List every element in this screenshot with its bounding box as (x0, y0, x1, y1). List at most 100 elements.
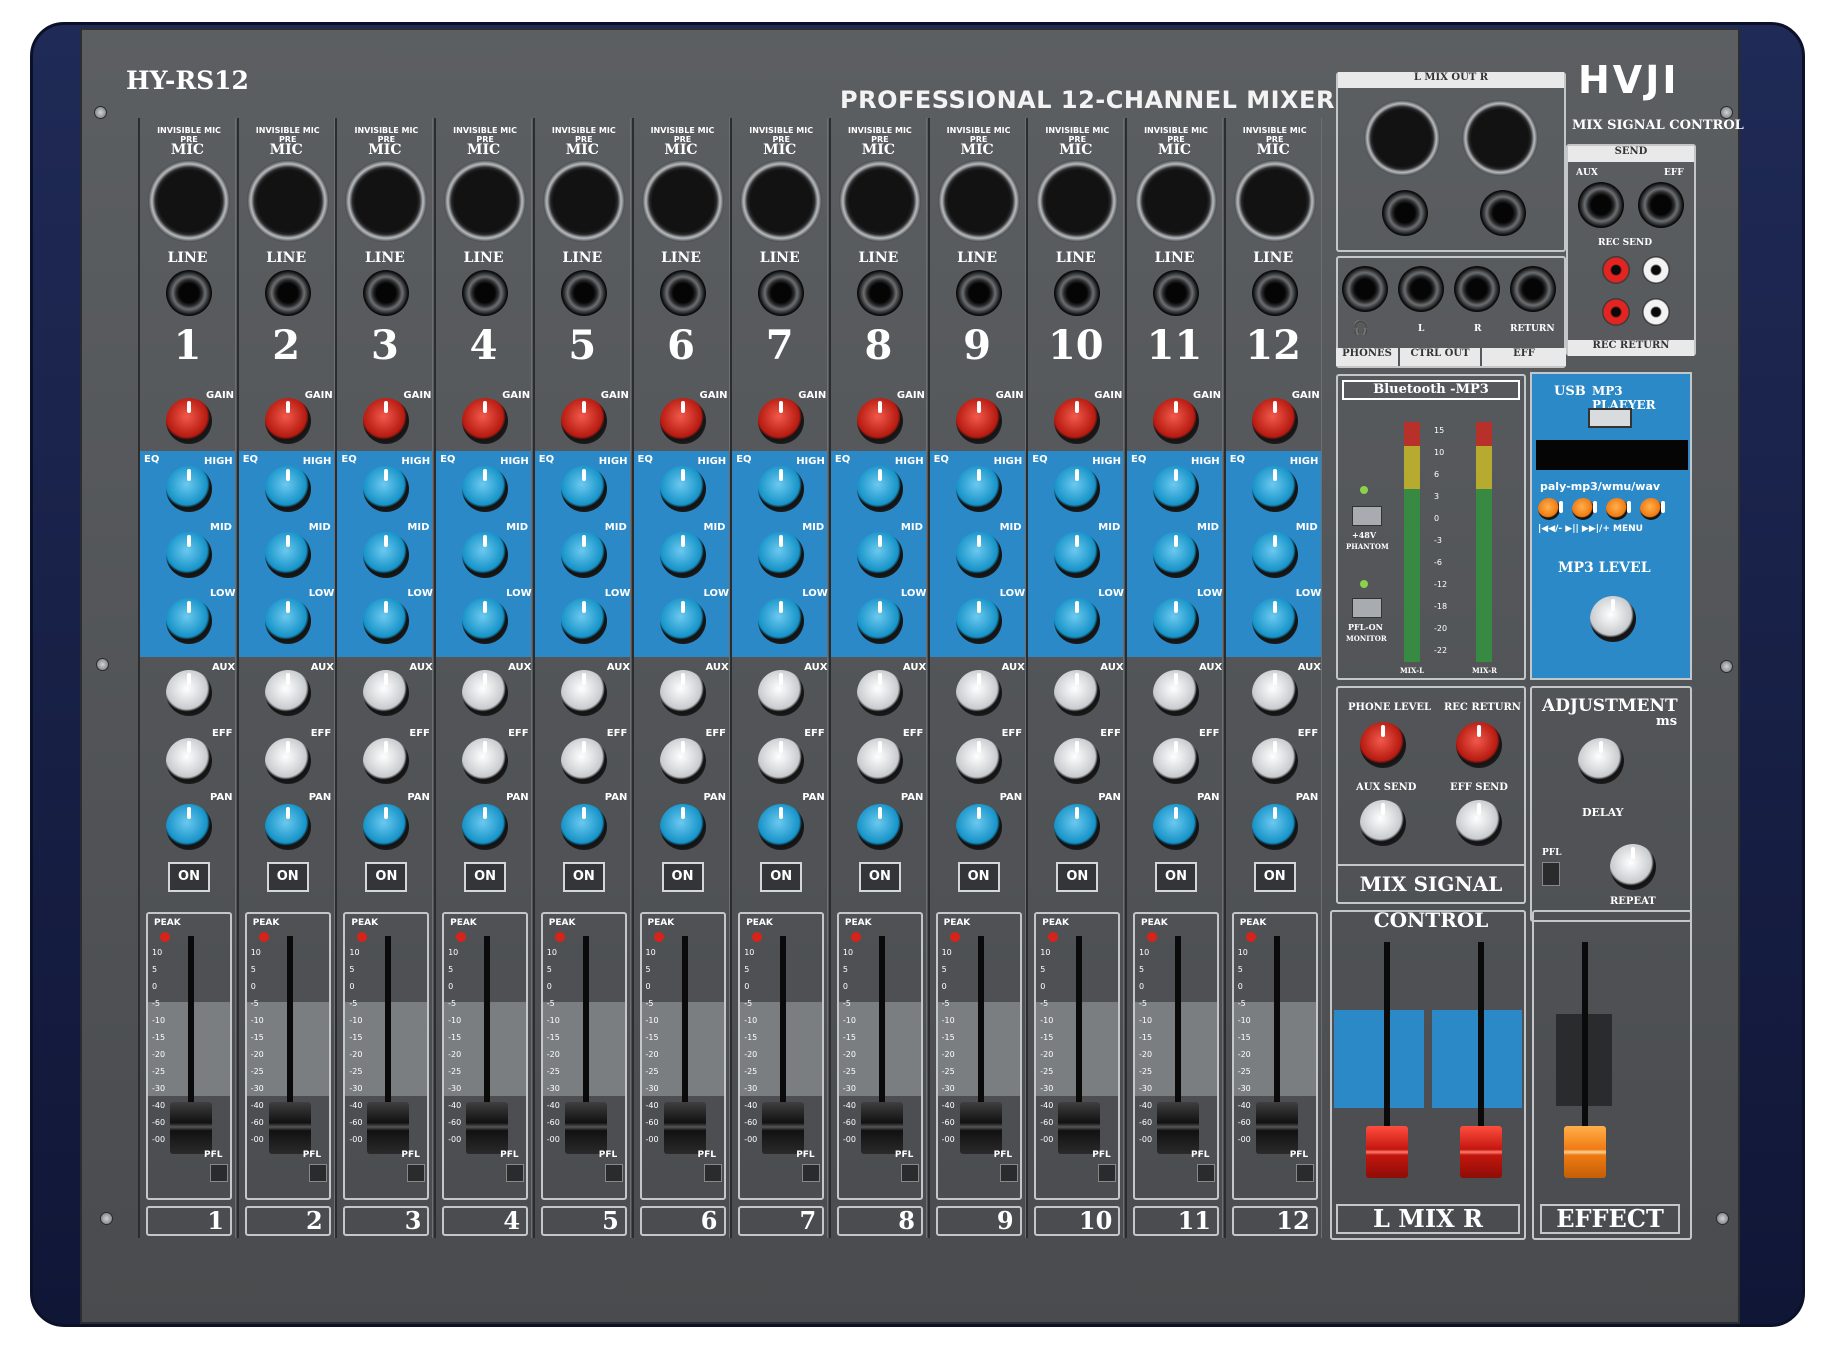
pan-knob[interactable] (1054, 804, 1101, 850)
on-button[interactable]: ON (858, 862, 901, 892)
pan-knob[interactable] (462, 804, 509, 850)
eff-knob[interactable] (462, 738, 509, 784)
aux-knob[interactable] (659, 670, 706, 716)
usb-port[interactable] (1588, 408, 1632, 428)
gain-knob[interactable] (659, 398, 706, 444)
aux-send-jack[interactable] (1578, 182, 1624, 228)
rec-return-l-rca[interactable] (1642, 298, 1670, 326)
aux-knob[interactable] (264, 670, 311, 716)
pfl-button[interactable] (1098, 1164, 1117, 1182)
eq-mid-knob[interactable] (758, 532, 805, 578)
line-jack-input[interactable] (462, 270, 509, 316)
pfl-button[interactable] (1295, 1164, 1314, 1182)
channel-fader[interactable] (860, 1102, 903, 1154)
mic-xlr-input[interactable] (1135, 160, 1217, 242)
on-button[interactable]: ON (957, 862, 1000, 892)
eq-high-knob[interactable] (1251, 466, 1298, 512)
eq-low-knob[interactable] (758, 598, 805, 644)
on-button[interactable]: ON (1155, 862, 1197, 892)
eq-low-knob[interactable] (560, 598, 607, 644)
on-button[interactable]: ON (464, 862, 507, 892)
line-jack-input[interactable] (264, 270, 311, 316)
eff-return-jack[interactable] (1510, 266, 1556, 312)
mic-xlr-input[interactable] (740, 160, 823, 242)
line-jack-input[interactable] (1251, 270, 1298, 316)
eff-knob[interactable] (856, 738, 903, 784)
aux-knob[interactable] (1251, 670, 1298, 716)
on-button[interactable]: ON (661, 862, 704, 892)
repeat-knob[interactable] (1610, 844, 1656, 890)
eff-knob[interactable] (264, 738, 311, 784)
line-jack-input[interactable] (363, 270, 410, 316)
mix-out-r-xlr[interactable] (1462, 100, 1538, 176)
pfl-button[interactable] (1197, 1164, 1215, 1182)
pan-knob[interactable] (363, 804, 410, 850)
on-button[interactable]: ON (1253, 862, 1296, 892)
eq-mid-knob[interactable] (659, 532, 706, 578)
mic-xlr-input[interactable] (246, 160, 329, 242)
mix-out-r-jack[interactable] (1480, 190, 1526, 236)
gain-knob[interactable] (264, 398, 311, 444)
eff-knob[interactable] (1153, 738, 1199, 784)
eff-knob[interactable] (955, 738, 1002, 784)
pan-knob[interactable] (659, 804, 706, 850)
aux-knob[interactable] (955, 670, 1002, 716)
on-button[interactable]: ON (562, 862, 605, 892)
mic-xlr-input[interactable] (542, 160, 625, 242)
gain-knob[interactable] (363, 398, 410, 444)
line-jack-input[interactable] (166, 270, 212, 316)
mix-out-l-xlr[interactable] (1364, 100, 1440, 176)
aux-knob[interactable] (1153, 670, 1199, 716)
mix-out-l-jack[interactable] (1382, 190, 1428, 236)
mic-xlr-input[interactable] (1233, 160, 1316, 242)
gain-knob[interactable] (955, 398, 1002, 444)
eff-knob[interactable] (1251, 738, 1298, 784)
mic-xlr-input[interactable] (641, 160, 724, 242)
eq-high-knob[interactable] (1153, 466, 1199, 512)
line-jack-input[interactable] (560, 270, 607, 316)
phantom-switch[interactable] (1352, 506, 1382, 526)
aux-knob[interactable] (856, 670, 903, 716)
bluetooth-mp3-switch[interactable]: Bluetooth -MP3 (1342, 380, 1520, 400)
aux-send-knob[interactable] (1360, 800, 1406, 846)
on-button[interactable]: ON (168, 862, 210, 892)
eq-mid-knob[interactable] (560, 532, 607, 578)
pfl-on-switch[interactable] (1352, 598, 1382, 618)
eq-mid-knob[interactable] (166, 532, 212, 578)
eq-mid-knob[interactable] (856, 532, 903, 578)
eq-mid-knob[interactable] (955, 532, 1002, 578)
aux-knob[interactable] (1054, 670, 1101, 716)
mic-xlr-input[interactable] (937, 160, 1020, 242)
gain-knob[interactable] (1054, 398, 1101, 444)
eff-knob[interactable] (659, 738, 706, 784)
gain-knob[interactable] (560, 398, 607, 444)
eff-knob[interactable] (758, 738, 805, 784)
eq-low-knob[interactable] (856, 598, 903, 644)
gain-knob[interactable] (758, 398, 805, 444)
channel-fader[interactable] (564, 1102, 607, 1154)
eq-high-knob[interactable] (758, 466, 805, 512)
mic-xlr-input[interactable] (148, 160, 230, 242)
pan-knob[interactable] (1153, 804, 1199, 850)
eq-high-knob[interactable] (659, 466, 706, 512)
line-jack-input[interactable] (758, 270, 805, 316)
channel-fader[interactable] (367, 1102, 410, 1154)
channel-fader[interactable] (959, 1102, 1002, 1154)
master-r-fader[interactable] (1460, 1126, 1502, 1178)
eq-high-knob[interactable] (462, 466, 509, 512)
menu-button[interactable] (1640, 498, 1665, 520)
rec-return-r-rca[interactable] (1602, 298, 1630, 326)
eq-mid-knob[interactable] (462, 532, 509, 578)
eq-high-knob[interactable] (560, 466, 607, 512)
eq-mid-knob[interactable] (264, 532, 311, 578)
pfl-button[interactable] (999, 1164, 1018, 1182)
gain-knob[interactable] (1153, 398, 1199, 444)
eq-low-knob[interactable] (955, 598, 1002, 644)
eq-low-knob[interactable] (659, 598, 706, 644)
pan-knob[interactable] (1251, 804, 1298, 850)
channel-fader[interactable] (268, 1102, 311, 1154)
effect-pfl-button[interactable] (1542, 862, 1560, 886)
eff-knob[interactable] (560, 738, 607, 784)
ctrl-out-l-jack[interactable] (1398, 266, 1444, 312)
eff-knob[interactable] (1054, 738, 1101, 784)
